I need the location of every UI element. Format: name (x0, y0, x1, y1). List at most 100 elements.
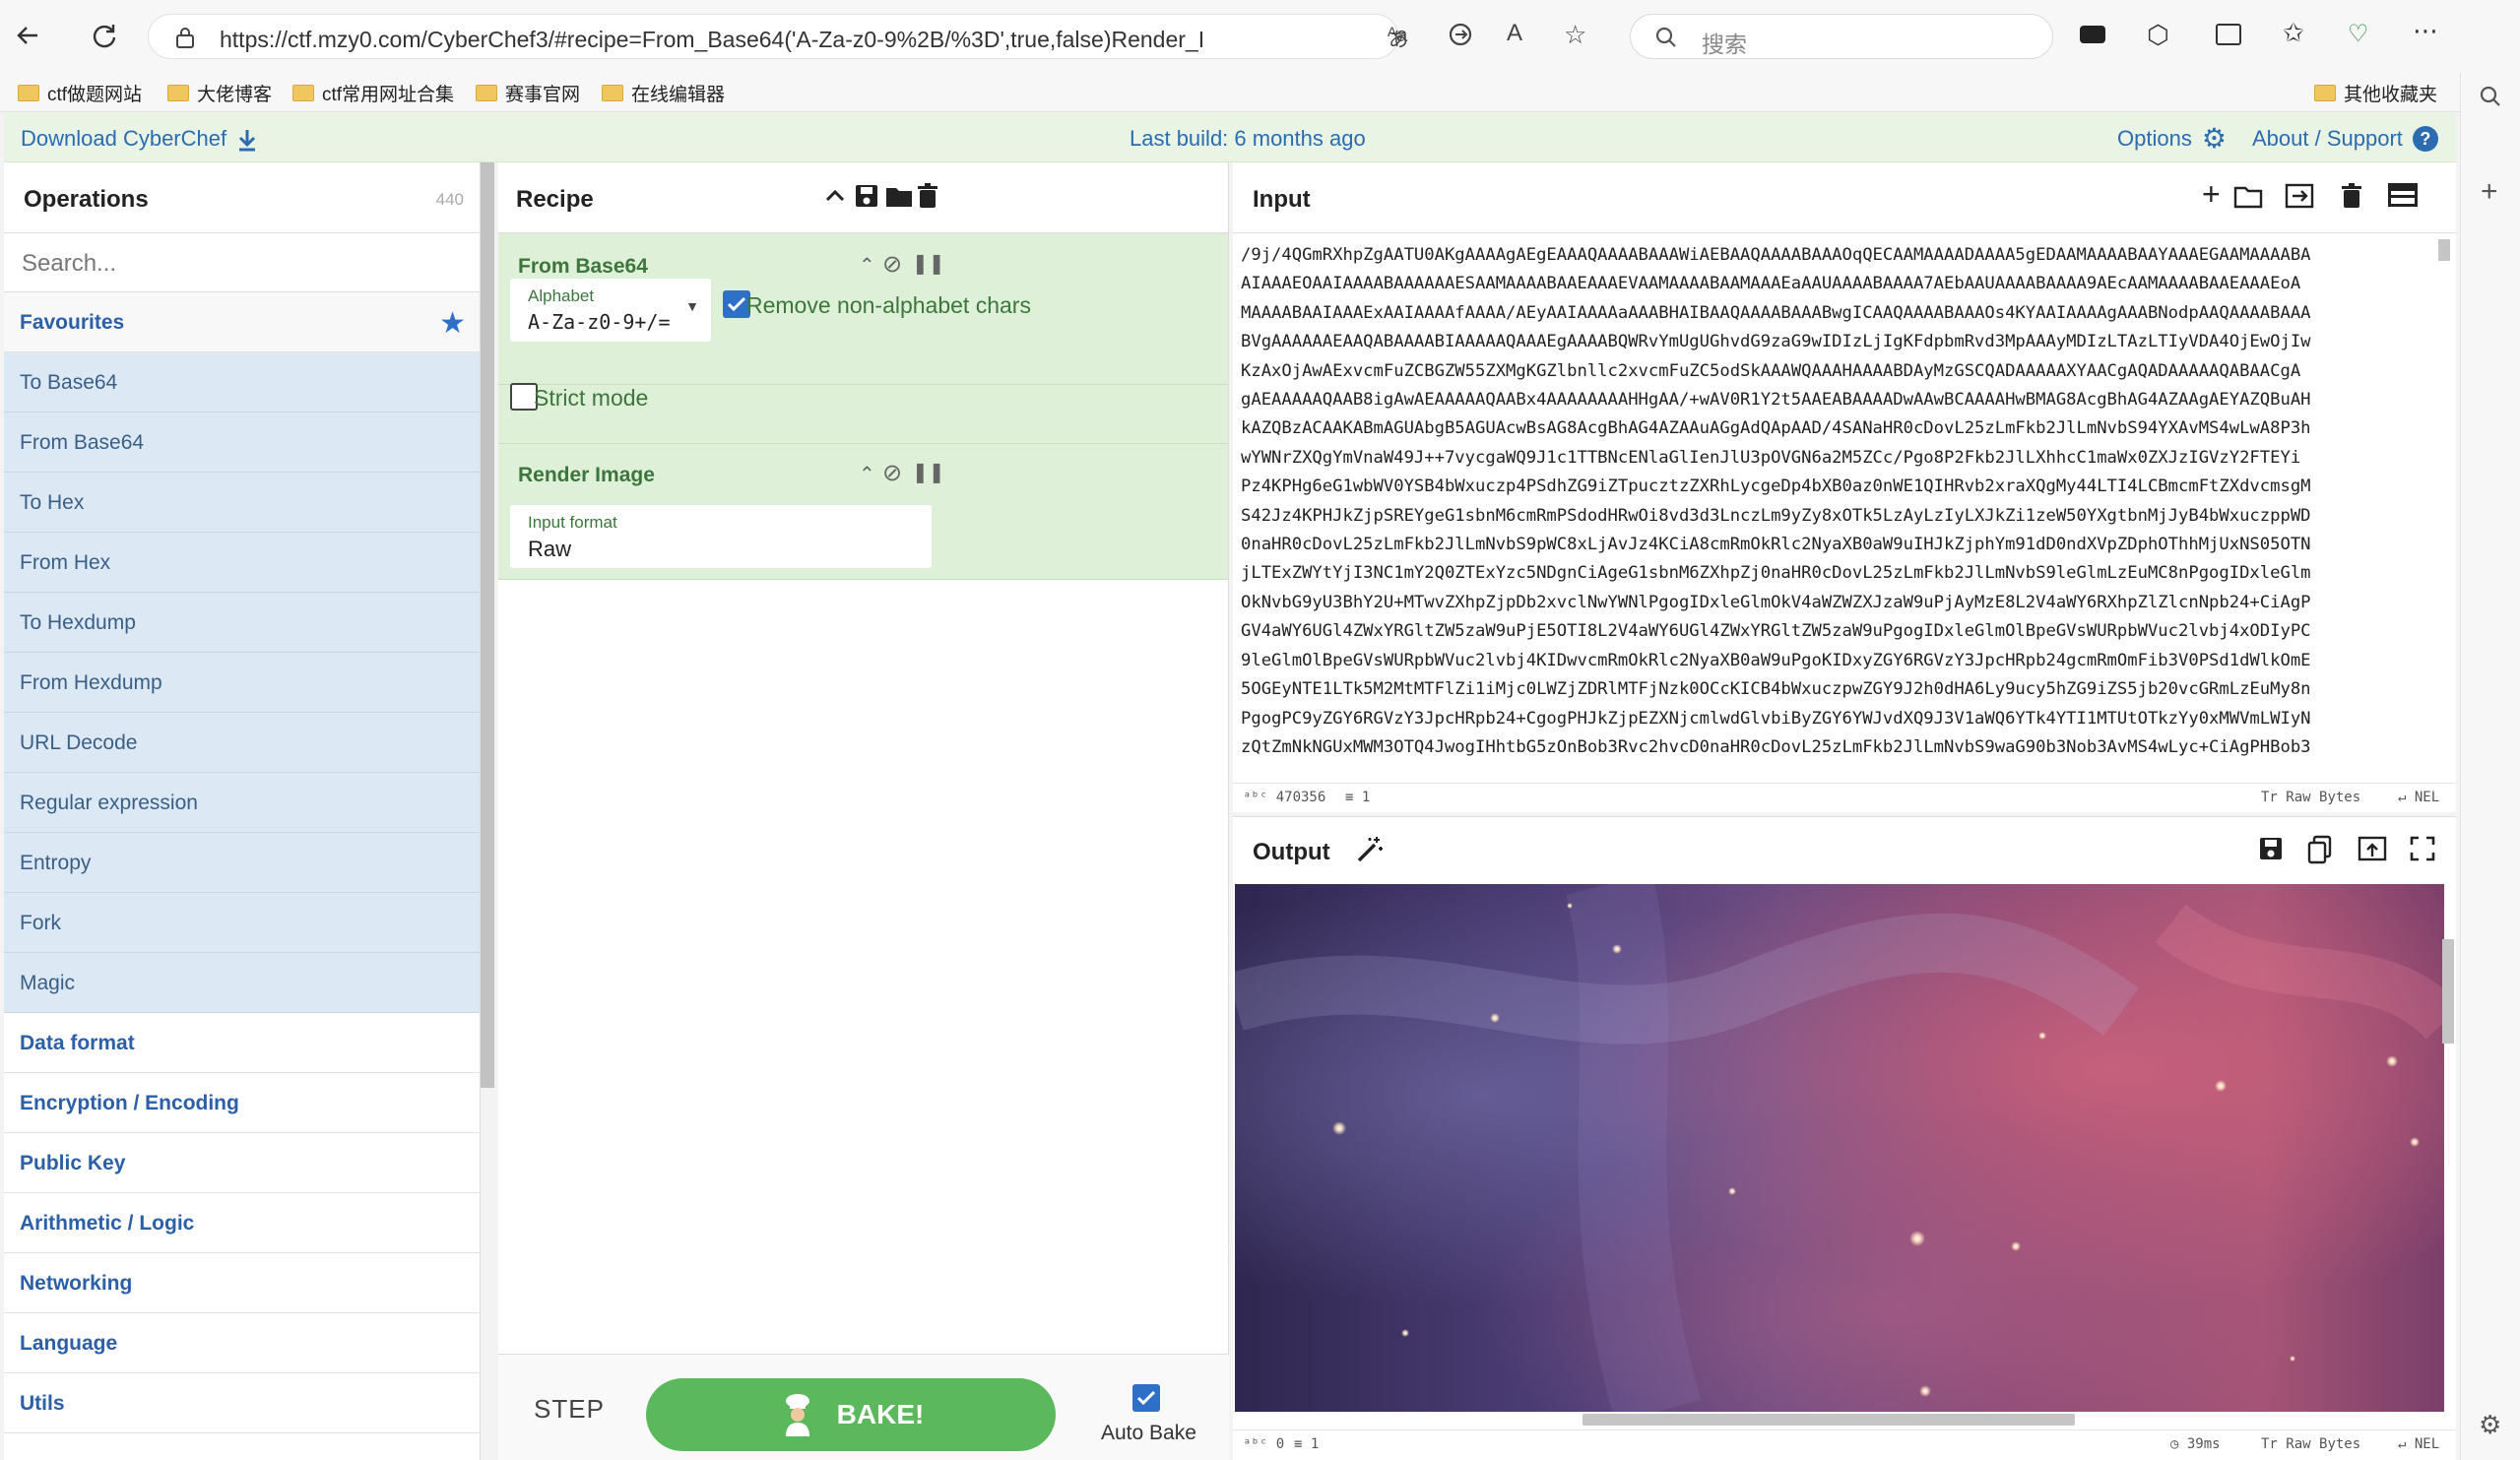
folder-icon (2314, 84, 2336, 101)
game-controller-icon[interactable] (2080, 26, 2105, 43)
maximise-icon[interactable] (2409, 835, 2436, 862)
options-link[interactable]: Options ⚙ (2117, 125, 2227, 153)
operation-category[interactable]: Encryption / Encoding (4, 1073, 480, 1133)
add-tab-icon[interactable]: + (2202, 176, 2221, 213)
from-base64-operation[interactable]: From Base64 ⌃ ⊘ ❚❚ Alphabet A-Za-z0-9+/=… (498, 233, 1228, 385)
breakpoint-pause-icon[interactable]: ❚❚ (912, 460, 945, 484)
favourite-operation-item[interactable]: Fork (4, 893, 480, 953)
sidebar-search-icon[interactable] (2479, 85, 2502, 108)
font-icon[interactable]: A (1507, 20, 1522, 47)
bookmark-contests[interactable]: 赛事官网 (476, 79, 580, 106)
open-file-icon[interactable] (2285, 182, 2314, 210)
sync-icon[interactable] (1448, 22, 1473, 47)
folder-icon (167, 84, 189, 101)
input-line: 5OGEyNTE1LTk5M2MtMTFlZi1iMjc0LWZjZDRlMTF… (1241, 679, 2311, 700)
output-eol[interactable]: ↵ NEL (2398, 1436, 2439, 1452)
load-recipe-icon[interactable] (884, 182, 914, 210)
settings-gear-icon[interactable]: ⚙ (2479, 1410, 2501, 1440)
about-support-link[interactable]: About / Support ? (2252, 126, 2438, 152)
auto-bake-checkbox[interactable] (1132, 1384, 1160, 1412)
bookmark-ctf-links[interactable]: ctf常用网址合集 (292, 79, 454, 106)
browser-essentials-icon[interactable]: ♡ (2348, 20, 2369, 48)
favourite-operation-item[interactable]: To Base64 (4, 352, 480, 413)
favourite-operation-item[interactable]: URL Decode (4, 713, 480, 773)
favourite-operation-item[interactable]: From Base64 (4, 413, 480, 473)
clear-input-icon[interactable] (2340, 182, 2363, 210)
favourite-operation-item[interactable]: To Hexdump (4, 593, 480, 653)
operation-category[interactable]: Language (4, 1313, 480, 1373)
download-cyberchef-link[interactable]: Download CyberChef (21, 126, 258, 152)
input-eol-value: NEL (2414, 790, 2440, 805)
refresh-icon[interactable] (91, 22, 118, 49)
browser-search-box[interactable]: 搜索 (1630, 14, 2053, 59)
clear-recipe-icon[interactable] (916, 182, 939, 210)
extensions-icon[interactable]: ⬡ (2147, 20, 2169, 50)
disable-op-icon[interactable]: ⊘ (882, 250, 902, 279)
open-folder-icon[interactable] (2233, 182, 2263, 210)
input-encoding[interactable]: Tr Raw Bytes (2261, 790, 2360, 805)
save-recipe-icon[interactable] (853, 182, 880, 210)
input-header: Input + (1233, 162, 2456, 233)
input-eol[interactable]: ↵ NEL (2398, 790, 2439, 805)
magic-wand-icon[interactable] (1355, 835, 1385, 864)
translate-icon[interactable]: あ (1389, 24, 1408, 52)
favourite-operation-item[interactable]: Regular expression (4, 773, 480, 833)
operation-label: From Hexdump (20, 671, 162, 694)
favorites-icon[interactable]: ✩ (2283, 18, 2304, 48)
category-favourites[interactable]: Favourites ★ (4, 292, 480, 352)
download-icon (236, 126, 258, 152)
bookmark-label: 其他收藏夹 (2344, 84, 2438, 105)
output-encoding[interactable]: Tr Raw Bytes (2261, 1436, 2360, 1452)
operation-category[interactable]: Networking (4, 1253, 480, 1313)
from-base64-title: From Base64 (518, 255, 648, 278)
last-build-text: Last build: 6 months ago (1130, 126, 1366, 151)
input-scrollbar[interactable] (2438, 239, 2450, 261)
operation-category[interactable]: Data format (4, 1013, 480, 1073)
render-image-operation[interactable]: Render Image ⌃ ⊘ ❚❚ Input format Raw (498, 444, 1228, 580)
output-horizontal-scrollbar[interactable] (1583, 1414, 2075, 1426)
recipe-title: Recipe (516, 186, 594, 213)
output-vertical-scrollbar[interactable] (2442, 939, 2454, 1044)
address-bar[interactable]: https://ctf.mzy0.com/CyberChef3/#recipe=… (148, 14, 1407, 59)
favourite-operation-item[interactable]: Magic (4, 953, 480, 1013)
more-menu-icon[interactable]: ⋯ (2413, 16, 2438, 46)
output-status-bar: ᵃᵇᶜ 0 ≡ 1 ◷ 39ms Tr Raw Bytes ↵ NEL (1233, 1429, 2456, 1459)
bookmark-online-editor[interactable]: 在线编辑器 (602, 79, 725, 106)
lock-icon[interactable] (174, 26, 196, 49)
operation-category[interactable]: Public Key (4, 1133, 480, 1193)
bake-button[interactable]: BAKE! (646, 1378, 1056, 1451)
operation-category[interactable]: Utils (4, 1373, 480, 1433)
replace-input-icon[interactable] (2358, 835, 2387, 862)
disable-op-icon[interactable]: ⊘ (882, 459, 902, 487)
collapse-op-icon[interactable]: ⌃ (859, 462, 875, 486)
split-screen-icon[interactable] (2216, 24, 2241, 45)
favourite-operation-item[interactable]: Entropy (4, 833, 480, 893)
step-button[interactable]: STEP (534, 1394, 605, 1425)
bake-label: BAKE! (836, 1399, 925, 1429)
input-textarea[interactable]: /9j/4QGmRXhpZgAATU0AKgAAAAgAEgEAAAQAAAAB… (1241, 241, 2442, 763)
operations-scrollbar[interactable] (481, 162, 494, 1088)
favourite-operation-item[interactable]: To Hex (4, 473, 480, 533)
favorite-star-icon[interactable]: ☆ (1564, 20, 1586, 50)
collapse-all-icon[interactable] (823, 184, 847, 208)
input-status-bar: ᵃᵇᶜ 470356 ≡ 1 Tr Raw Bytes ↵ NEL (1233, 783, 2456, 812)
input-format-dropdown[interactable]: Input format Raw (510, 505, 932, 568)
alphabet-dropdown[interactable]: Alphabet A-Za-z0-9+/= ▼ (510, 279, 711, 342)
operations-header: Operations 440 (4, 162, 480, 233)
copy-output-icon[interactable] (2306, 835, 2334, 864)
bookmark-blogs[interactable]: 大佬博客 (167, 79, 272, 106)
collapse-op-icon[interactable]: ⌃ (859, 253, 875, 278)
favourite-operation-item[interactable]: From Hexdump (4, 653, 480, 713)
bookmark-ctf-sites[interactable]: ctf做题网站 (18, 79, 142, 106)
input-line: gAEAAAAAQAAB8igAwAEAAAAAQAABx4AAAAAAAAHH… (1241, 390, 2311, 411)
favourite-operation-item[interactable]: From Hex (4, 533, 480, 593)
reset-layout-icon[interactable] (2387, 182, 2419, 208)
back-icon[interactable] (14, 22, 41, 49)
breakpoint-pause-icon[interactable]: ❚❚ (912, 251, 945, 276)
save-output-icon[interactable] (2257, 835, 2285, 862)
operations-search-input[interactable]: Search... (4, 233, 480, 292)
bookmark-other[interactable]: 其他收藏夹 (2314, 79, 2437, 106)
operation-category[interactable]: Arithmetic / Logic (4, 1193, 480, 1253)
sidebar-add-icon[interactable]: + (2481, 175, 2498, 209)
input-line-count: ≡ 1 (1345, 790, 1371, 805)
